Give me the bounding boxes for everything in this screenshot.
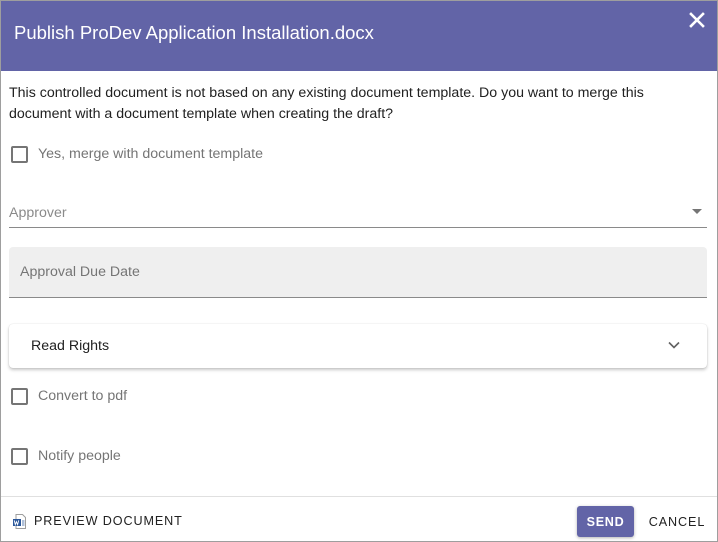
cancel-button[interactable]: CANCEL bbox=[643, 506, 711, 537]
notify-people-option[interactable]: Notify people bbox=[11, 446, 121, 466]
intro-text: This controlled document is not based on… bbox=[9, 85, 644, 122]
preview-document-button[interactable]: PREVIEW DOCUMENT bbox=[13, 509, 183, 533]
notify-people-checkbox[interactable] bbox=[11, 447, 28, 465]
convert-pdf-label: Convert to pdf bbox=[38, 388, 128, 404]
close-icon bbox=[689, 12, 705, 28]
approver-select[interactable]: Approver bbox=[9, 197, 707, 228]
dialog-footer: PREVIEW DOCUMENT SEND CANCEL bbox=[1, 496, 717, 541]
approver-label: Approver bbox=[9, 205, 67, 221]
word-document-icon bbox=[13, 513, 26, 529]
preview-document-label: PREVIEW DOCUMENT bbox=[34, 514, 183, 528]
merge-template-label: Yes, merge with document template bbox=[38, 146, 264, 162]
read-rights-label: Read Rights bbox=[31, 338, 110, 354]
notify-people-label: Notify people bbox=[38, 448, 121, 464]
send-button[interactable]: SEND bbox=[577, 506, 634, 537]
chevron-down-icon bbox=[668, 341, 680, 349]
approval-due-date-label: Approval Due Date bbox=[20, 264, 140, 280]
read-rights-panel[interactable]: Read Rights bbox=[9, 324, 707, 368]
close-button[interactable] bbox=[687, 10, 707, 30]
merge-template-checkbox[interactable] bbox=[11, 145, 28, 163]
publish-dialog: Publish ProDev Application Installation.… bbox=[0, 0, 718, 542]
dialog-title: Publish ProDev Application Installation.… bbox=[14, 22, 374, 43]
convert-pdf-option[interactable]: Convert to pdf bbox=[11, 386, 127, 406]
dialog-header: Publish ProDev Application Installation.… bbox=[1, 1, 717, 71]
merge-template-option[interactable]: Yes, merge with document template bbox=[11, 144, 263, 164]
convert-pdf-checkbox[interactable] bbox=[11, 387, 28, 405]
dropdown-arrow-icon bbox=[692, 209, 702, 214]
approval-due-date-field[interactable]: Approval Due Date bbox=[9, 247, 707, 298]
